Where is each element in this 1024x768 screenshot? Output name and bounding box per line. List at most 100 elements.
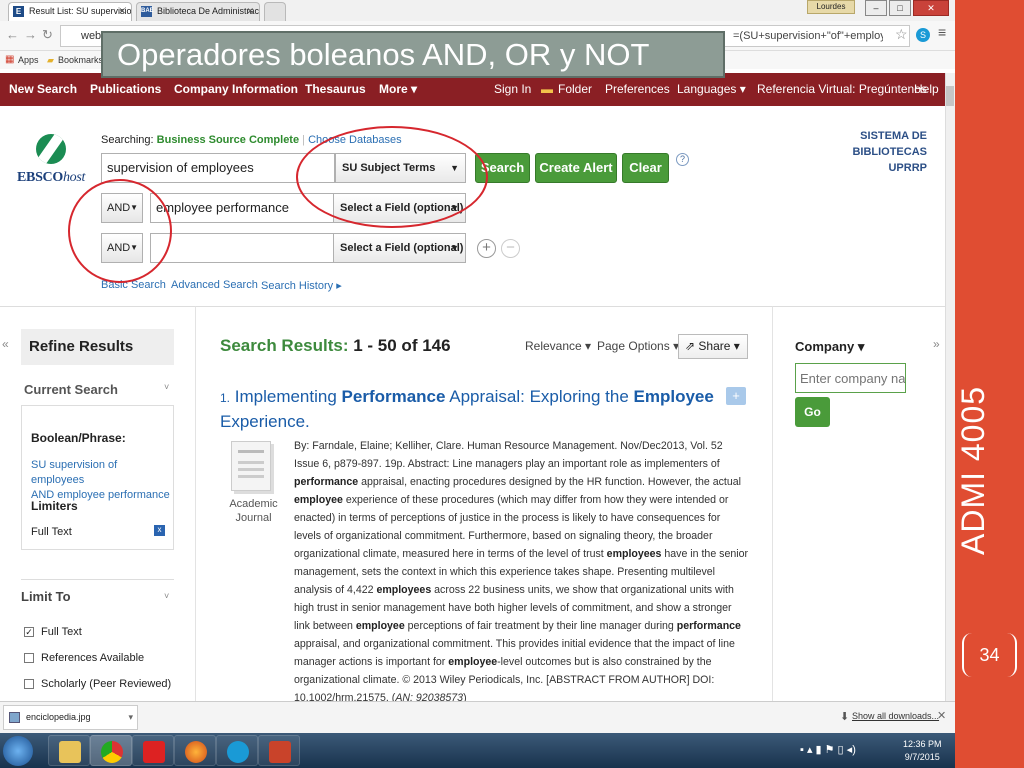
field-select-3[interactable]: Select a Field (optional) ▼	[333, 233, 466, 263]
nav-company-information[interactable]: Company Information	[174, 82, 298, 96]
bookmark-apps[interactable]: Apps	[18, 51, 39, 69]
page-options-label: Page Options	[597, 339, 670, 353]
remove-row-icon[interactable]: −	[501, 239, 520, 258]
add-to-folder-icon[interactable]: +	[726, 387, 746, 405]
forward-icon[interactable]: →	[24, 27, 37, 42]
nav-publications[interactable]: Publications	[90, 82, 161, 96]
apps-icon: ▦	[5, 54, 15, 65]
nav-new-search[interactable]: New Search	[9, 82, 77, 96]
chevron-down-icon[interactable]: ˅	[164, 382, 169, 392]
help-icon[interactable]: ?	[676, 153, 689, 166]
search-input-3[interactable]	[150, 233, 335, 263]
result-abstract: By: Farndale, Elaine; Kelliher, Clare. H…	[294, 440, 749, 704]
create-alert-button[interactable]: Create Alert	[535, 153, 617, 183]
expand-right-icon[interactable]: »	[933, 337, 940, 351]
logo-name-main: EBSCO	[17, 170, 63, 185]
divider	[21, 579, 174, 580]
clear-button[interactable]: Clear	[622, 153, 669, 183]
company-heading[interactable]: Company ▾	[795, 339, 864, 355]
close-tab-icon[interactable]: ✕	[246, 3, 254, 20]
nav-referencia-virtual[interactable]: Referencia Virtual: Pregúntenos	[757, 82, 927, 96]
searching-label: Searching:	[101, 134, 154, 146]
menu-icon[interactable]: ≡	[938, 24, 946, 40]
tab-result-list[interactable]: E Result List: SU supervision ✕	[8, 2, 132, 21]
company-label: Company	[795, 339, 855, 354]
result-title[interactable]: 1. Implementing Performance Appraisal: E…	[220, 385, 740, 433]
reload-icon[interactable]: ↻	[42, 27, 53, 43]
title-part: Appraisal: Exploring the	[445, 387, 634, 406]
image-file-icon	[9, 712, 20, 723]
title-part-bold: Performance	[341, 387, 446, 406]
nav-preferences[interactable]: Preferences	[605, 82, 670, 96]
current-query[interactable]: SU supervision of employees AND employee…	[31, 458, 171, 503]
nav-folder[interactable]: Folder	[558, 82, 592, 96]
caret-down-icon: ▾	[585, 339, 592, 353]
collapse-left-icon[interactable]: «	[2, 337, 9, 351]
search-history-label: Search History	[261, 280, 334, 292]
nav-more[interactable]: More ▾	[379, 82, 417, 96]
app-taskbar-icon[interactable]	[132, 735, 174, 766]
nav-languages-label: Languages	[677, 82, 737, 96]
journal-icon	[231, 441, 271, 491]
new-tab-button[interactable]	[264, 2, 286, 21]
user-profile-button[interactable]: Lourdes	[807, 0, 855, 14]
ebsco-logo-icon	[36, 134, 66, 164]
refine-results-title: Refine Results	[21, 329, 174, 365]
relevance-dropdown[interactable]: Relevance ▾	[525, 339, 591, 353]
limit-to-heading[interactable]: Limit To	[21, 589, 71, 604]
close-tab-icon[interactable]: ✕	[118, 3, 126, 20]
library-line-2: UPRRP	[888, 162, 927, 174]
company-panel: Company ▾ Go »	[773, 306, 945, 701]
type-line-2: Journal	[235, 512, 272, 524]
clock[interactable]: 12:36 PM 9/7/2015	[903, 738, 942, 764]
add-row-icon[interactable]: +	[477, 239, 496, 258]
downloads-bar: enciclopedia.jpg ▾ ⬇ Show all downloads.…	[0, 701, 955, 733]
powerpoint-taskbar-icon[interactable]	[258, 735, 300, 766]
back-icon[interactable]: ←	[6, 27, 19, 42]
bookmark-folder[interactable]: Bookmarks	[58, 51, 103, 69]
close-window-icon[interactable]: ✕	[913, 0, 949, 16]
share-icon: ⇗	[685, 339, 696, 353]
skype-taskbar-icon[interactable]	[216, 735, 258, 766]
caret-down-icon[interactable]: ▾	[128, 706, 133, 729]
explorer-taskbar-icon[interactable]	[48, 735, 90, 766]
slide-title: Operadores boleanos AND, OR y NOT	[101, 31, 725, 78]
page-options-dropdown[interactable]: Page Options ▾	[597, 339, 679, 353]
system-tray-icons[interactable]: ▪ ▴ ▮ ⚑ ▯ ◂)	[800, 743, 856, 756]
option-references-available: References Available	[41, 652, 145, 664]
firefox-taskbar-icon[interactable]	[174, 735, 216, 766]
search-history-link[interactable]: Search History ▸	[261, 279, 342, 292]
show-all-downloads-link[interactable]: Show all downloads...	[852, 711, 939, 721]
share-button[interactable]: ⇗ Share ▾	[678, 334, 748, 359]
relevance-label: Relevance	[525, 339, 582, 353]
checkbox-scholarly[interactable]	[24, 679, 34, 689]
start-button-icon[interactable]	[3, 736, 33, 766]
current-search-heading[interactable]: Current Search	[24, 382, 118, 397]
scrollbar-thumb[interactable]	[946, 86, 954, 106]
close-icon[interactable]: ✕	[937, 709, 946, 722]
download-item[interactable]: enciclopedia.jpg ▾	[3, 705, 138, 730]
checkbox-full-text[interactable]: ✓	[24, 627, 34, 637]
chevron-down-icon[interactable]: ˅	[164, 591, 169, 601]
advanced-search-link[interactable]: Advanced Search	[171, 279, 258, 291]
nav-languages[interactable]: Languages ▾	[677, 82, 746, 96]
minimize-icon[interactable]: –	[865, 0, 887, 16]
skype-extension-icon[interactable]: S	[916, 28, 930, 42]
nav-thesaurus[interactable]: Thesaurus	[305, 82, 366, 96]
chevron-down-icon: ▼	[450, 243, 459, 253]
checkbox-references-available[interactable]	[24, 653, 34, 663]
page-scrollbar[interactable]	[945, 73, 955, 701]
boolean-phrase-label: Boolean/Phrase:	[31, 431, 126, 445]
title-part: Implementing	[234, 387, 342, 406]
nav-sign-in[interactable]: Sign In	[494, 82, 531, 96]
company-input[interactable]	[795, 363, 906, 393]
maximize-icon[interactable]: □	[889, 0, 911, 16]
remove-limiter-icon[interactable]: x	[154, 525, 165, 536]
tab-biblioteca[interactable]: BAE Biblioteca De Administrac ✕	[136, 2, 260, 21]
chrome-taskbar-icon[interactable]	[90, 735, 132, 766]
bookmark-star-icon[interactable]: ☆	[895, 26, 908, 43]
refine-panel: « Refine Results Current Search ˅ Boolea…	[0, 306, 195, 701]
go-button[interactable]: Go	[795, 397, 830, 427]
download-filename: enciclopedia.jpg	[26, 712, 91, 722]
nav-help[interactable]: Help	[914, 82, 939, 96]
